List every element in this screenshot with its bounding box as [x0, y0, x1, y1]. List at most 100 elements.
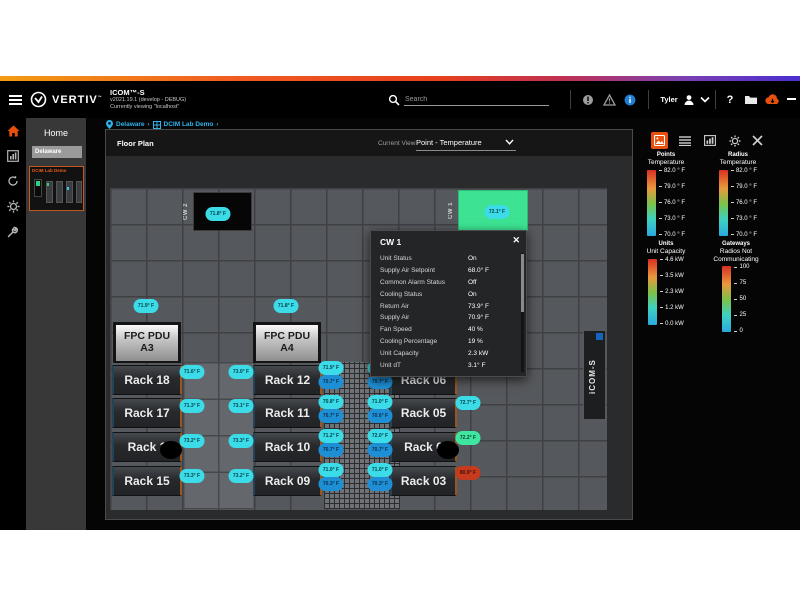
popup-scrollbar[interactable] [521, 253, 524, 372]
info-icon[interactable] [623, 81, 637, 118]
user-menu-chevron-icon[interactable] [698, 81, 712, 118]
floorplan-thumbnail[interactable]: DCIM Lab Demo [29, 166, 84, 211]
temp-badge[interactable]: 71.8° F [206, 207, 231, 221]
close-icon[interactable]: ✕ [512, 235, 520, 246]
temp-badge[interactable]: 71.0° F [368, 463, 393, 477]
temp-badge[interactable]: 73.2° F [180, 434, 205, 448]
warnings-icon[interactable] [602, 81, 616, 118]
app-viewing: Currently viewing "localhost" [110, 104, 179, 111]
breadcrumb-floor[interactable]: DCIM Lab Demo [164, 121, 214, 128]
panel-title: Floor Plan [117, 139, 154, 148]
rack[interactable]: Rack 05 [390, 398, 457, 428]
user-icon[interactable] [682, 81, 696, 118]
alerts-icon[interactable] [581, 81, 595, 118]
rack[interactable]: Rack 18 [112, 365, 182, 395]
minimize-button[interactable] [786, 81, 796, 118]
legend-metric: Temperature [720, 159, 757, 166]
rack[interactable]: Rack 15 [112, 466, 182, 496]
reports-icon[interactable] [6, 149, 20, 163]
temp-badge[interactable]: 73.0° F [229, 365, 254, 379]
rack[interactable]: Rack 12 [253, 365, 322, 395]
temp-badge[interactable]: 73.3° F [180, 469, 205, 483]
search-input[interactable] [404, 94, 549, 106]
temp-badge[interactable]: 73.3° F [229, 434, 254, 448]
folder-icon[interactable] [742, 81, 760, 118]
user-name[interactable]: Tyler [656, 81, 682, 118]
menu-icon[interactable] [8, 81, 23, 118]
floorplan-canvas: CW 2 CW 1 FPC PDUA3 FPC PDUA4 Rack 18Rac… [106, 156, 632, 519]
sidebar-item-delaware[interactable]: Delaware [32, 146, 82, 158]
legend-tick: 76.0 ° F [731, 200, 757, 206]
brand-name: VERTIV™ [52, 94, 103, 106]
temp-badge[interactable]: 71.3° F [180, 399, 205, 413]
popup-title-row: CW 1 ✕ [371, 231, 526, 251]
pdu-a3[interactable]: FPC PDUA3 [113, 322, 181, 363]
temp-badge[interactable]: 70.8° F [319, 395, 344, 409]
temp-badge[interactable]: 71.0° F [368, 395, 393, 409]
popup-row-value: On [468, 255, 477, 262]
temp-badge[interactable]: 71.6° F [180, 365, 205, 379]
popup-row-label: Supply Air [380, 314, 409, 321]
popup-scroll-thumb[interactable] [521, 254, 524, 312]
temp-badge[interactable]: 72.1° F [485, 205, 510, 219]
legend-tick: 2.3 kW [660, 289, 684, 295]
popup-row-value: 68.0° F [468, 267, 489, 274]
temp-badge[interactable]: 80.9° F [456, 466, 481, 480]
temp-badge[interactable]: 70.7° F [319, 409, 344, 423]
legend-gradient-bar [647, 170, 656, 236]
thumb-shape [56, 181, 63, 203]
legend-metric: Unit Capacity [647, 248, 686, 255]
popup-row-value: 73.9° F [468, 303, 489, 310]
gear-icon[interactable] [6, 199, 20, 213]
rack[interactable]: Rack 11 [253, 398, 322, 428]
legend-tick: 73.0 ° F [731, 216, 757, 222]
temp-badge[interactable]: 71.2° F [319, 429, 344, 443]
breadcrumb-separator: › [148, 122, 150, 128]
temp-badge[interactable]: 73.2° F [229, 469, 254, 483]
temp-badge[interactable]: 70.3° F [368, 477, 393, 491]
temp-badge[interactable]: 70.7° F [368, 443, 393, 457]
temp-badge[interactable]: 70.6° F [368, 409, 393, 423]
rack[interactable]: Rack 17 [112, 398, 182, 428]
sync-icon[interactable] [6, 174, 20, 188]
home-icon[interactable] [6, 124, 20, 138]
legend-tick: 0 [734, 328, 749, 334]
temp-badge[interactable]: 73.1° F [229, 399, 254, 413]
temp-badge[interactable]: 71.8° F [274, 299, 299, 313]
breadcrumb-site[interactable]: Delaware [116, 121, 145, 128]
view-map-button[interactable] [651, 132, 668, 149]
popup-row: Cooling StatusOn [371, 289, 521, 301]
temp-badge[interactable]: 72.2° F [456, 431, 481, 445]
temp-badge[interactable]: 70.7° F [319, 375, 344, 389]
temp-badge[interactable]: 70.7° F [319, 443, 344, 457]
legend-gateways: GatewaysRadios Not Communicating10075502… [699, 241, 773, 334]
rack[interactable]: Rack 03 [390, 466, 457, 496]
temp-badge[interactable]: 70.7° F [368, 375, 393, 389]
temp-badge[interactable]: 70.3° F [319, 477, 344, 491]
wrench-icon[interactable] [6, 225, 20, 239]
view-list-button[interactable] [676, 132, 693, 149]
legend-tick: 79.0 ° F [731, 184, 757, 190]
temp-badge[interactable]: 71.9° F [319, 361, 344, 375]
temp-badge[interactable]: 71.9° F [134, 299, 159, 313]
panel-close-icon[interactable] [749, 132, 766, 149]
temp-badge[interactable]: 72.7° F [456, 396, 481, 410]
legend-tick: 70.0 ° F [731, 232, 757, 238]
legend-tick: 50 [734, 296, 749, 302]
panel-settings-gear-icon[interactable] [726, 132, 743, 149]
rack[interactable]: Rack 09 [253, 466, 322, 496]
breadcrumb-separator: › [216, 122, 218, 128]
rack[interactable]: Rack 10 [253, 432, 322, 462]
pdu-a4[interactable]: FPC PDUA4 [253, 322, 321, 363]
icoms-rack[interactable]: iCOM-S [583, 330, 606, 420]
temp-badge[interactable]: 71.0° F [319, 463, 344, 477]
view-chart-button[interactable] [701, 132, 718, 149]
help-button[interactable]: ? [722, 81, 738, 118]
cloud-sync-icon[interactable] [762, 81, 782, 118]
app-version: v2021.19.1 (develop - DEBUG) [110, 97, 186, 104]
popup-row-label: Common Alarm Status [380, 279, 445, 286]
popup-row-value: 40 % [468, 326, 483, 333]
temp-badge[interactable]: 72.0° F [368, 429, 393, 443]
panel-header: Floor Plan Current View Point - Temperat… [106, 130, 632, 156]
current-view-dropdown[interactable]: Point - Temperature [416, 134, 516, 151]
